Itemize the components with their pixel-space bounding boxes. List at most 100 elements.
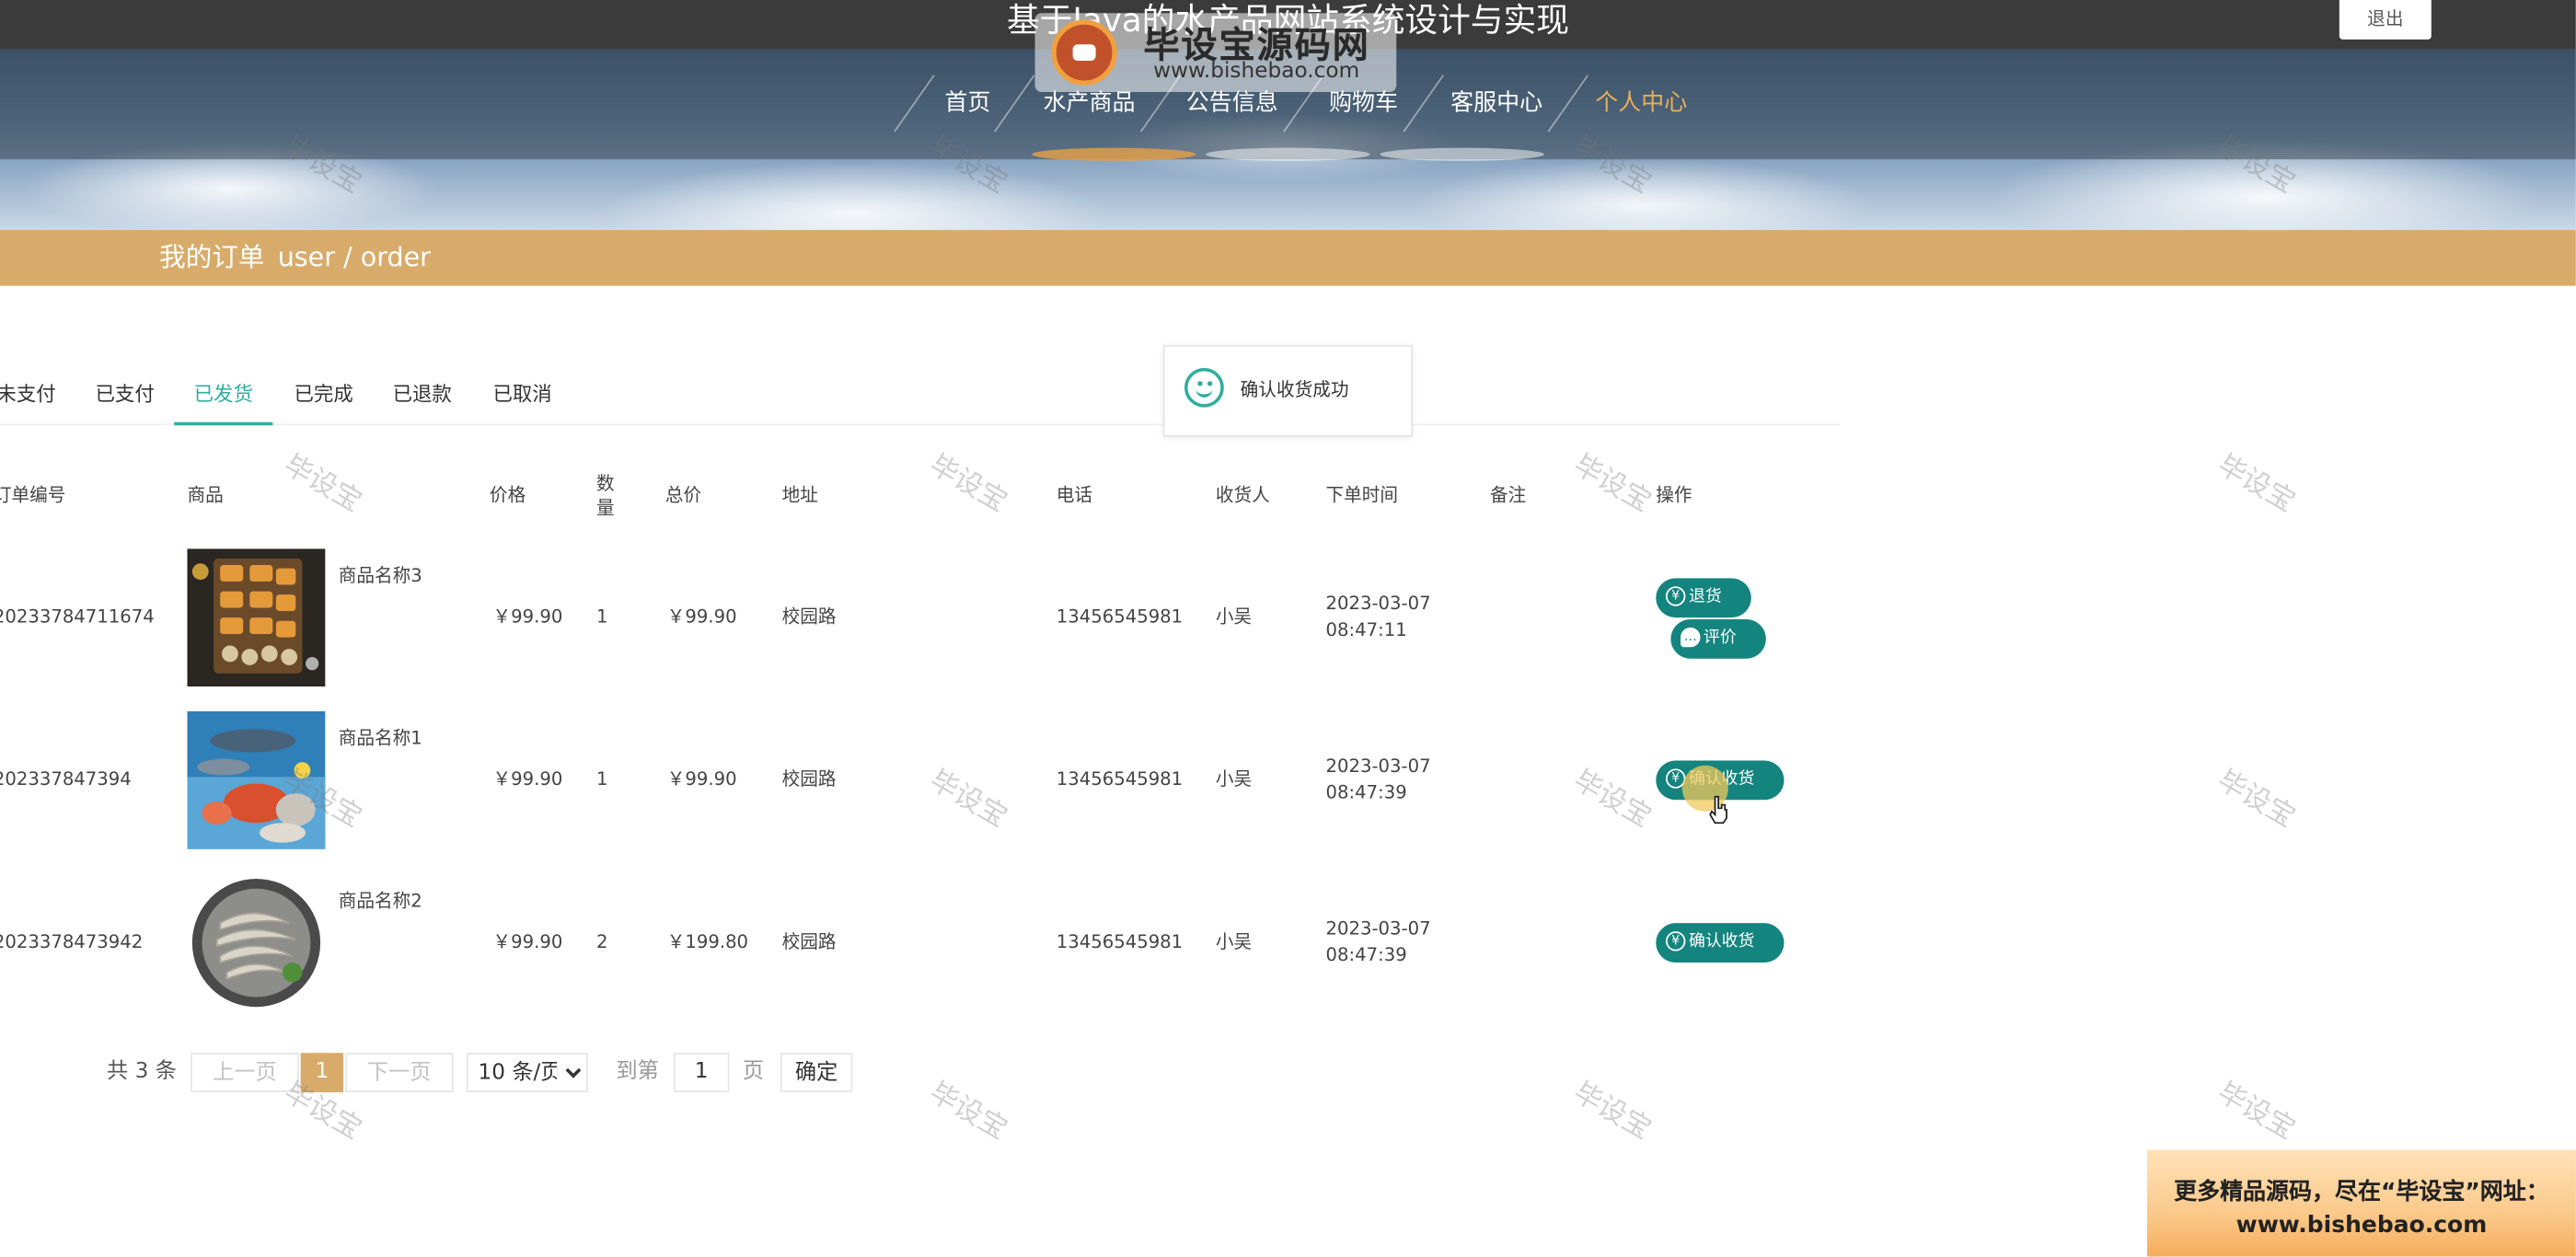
promo-line-1: 更多精品源码，尽在“毕设宝”网址： — [2174, 1179, 2549, 1206]
receiver: 小吴 — [1215, 931, 1253, 953]
col-header-remark: 备注 — [1489, 484, 1527, 506]
address: 校园路 — [781, 768, 837, 790]
nav-item-service[interactable]: 客服中心 — [1450, 79, 1542, 129]
toast-message: 确认收货成功 — [1162, 344, 1414, 437]
order-date: 2023-03-07 — [1325, 593, 1431, 615]
total: ￥99.90 — [666, 768, 737, 790]
yen-icon: ¥ — [1665, 586, 1686, 606]
pagination-total: 共 3 条 — [107, 1059, 177, 1085]
watermark-text: 毕设宝 — [2211, 1076, 2301, 1147]
watermark-text: 毕设宝 — [923, 764, 1013, 835]
tab-cancelled[interactable]: 已取消 — [478, 368, 566, 422]
confirm-receipt-button[interactable]: ¥确认收货 — [1656, 923, 1785, 963]
watermark-logo-icon — [1051, 19, 1117, 86]
chat-icon: … — [1681, 627, 1701, 648]
section-title: 我的订单 user / order — [159, 230, 431, 286]
tab-refunded[interactable]: 已退款 — [378, 368, 467, 422]
order-time: 08:47:39 — [1325, 944, 1407, 966]
order-time: 08:47:11 — [1325, 618, 1407, 641]
watermark-text: 毕设宝 — [1567, 1076, 1657, 1147]
product-name: 商品名称2 — [338, 890, 422, 912]
col-header-order-time: 下单时间 — [1325, 484, 1399, 506]
watermark-text: 毕设宝 — [923, 448, 1013, 520]
review-button[interactable]: … 评价 — [1670, 618, 1766, 659]
section-title-text: 我的订单 — [159, 241, 265, 273]
col-header-qty: 数量 — [595, 473, 615, 520]
watermark-logo-url: www.bishebao.com — [1153, 59, 1360, 85]
receiver: 小吴 — [1215, 605, 1253, 628]
prev-page-button[interactable]: 上一页 — [191, 1053, 299, 1093]
product-image-seafood-platter — [187, 548, 326, 687]
col-header-order-no: 订单编号 — [0, 484, 66, 506]
qty: 1 — [595, 605, 608, 628]
col-header-product: 商品 — [187, 484, 224, 506]
next-page-button[interactable]: 下一页 — [344, 1053, 454, 1093]
nav-item-home[interactable]: 首页 — [944, 79, 990, 129]
watermark-text: 毕设宝 — [1567, 764, 1657, 835]
col-header-total: 总价 — [664, 484, 702, 506]
address: 校园路 — [781, 605, 837, 628]
return-button-label: 退货 — [1688, 588, 1722, 606]
return-button[interactable]: ¥ 退货 — [1656, 578, 1751, 618]
watermark-text: 毕设宝 — [1567, 448, 1657, 520]
toast-text: 确认收货成功 — [1240, 379, 1349, 401]
nav-glow — [1380, 147, 1544, 161]
col-header-phone: 电话 — [1056, 484, 1093, 506]
total: ￥99.90 — [666, 605, 737, 628]
confirm-receipt-label: 确认收货 — [1688, 932, 1755, 951]
order-no: 20233784711674 — [0, 605, 155, 628]
goto-prefix: 到第 — [616, 1059, 659, 1085]
smile-icon — [1184, 367, 1224, 408]
phone: 13456545981 — [1056, 931, 1184, 953]
page: 基于Java的水产品网站系统设计与实现 退出 首页 水产商品 公告信息 购物车 … — [0, 0, 2576, 1257]
hand-cursor-icon — [1709, 795, 1727, 825]
order-date: 2023-03-07 — [1325, 917, 1431, 940]
watermark-text: 毕设宝 — [2211, 448, 2301, 520]
nav-glow — [1206, 147, 1370, 161]
tab-paid[interactable]: 已支付 — [82, 368, 167, 422]
goto-confirm-button[interactable]: 确定 — [780, 1053, 853, 1093]
col-header-ops: 操作 — [1656, 484, 1692, 506]
phone: 13456545981 — [1056, 605, 1184, 628]
col-header-receiver: 收货人 — [1215, 484, 1270, 506]
watermark-text: 毕设宝 — [277, 448, 367, 520]
qty: 1 — [595, 768, 608, 790]
order-no: 202337847394 — [0, 768, 132, 790]
phone: 13456545981 — [1056, 768, 1184, 790]
qty: 2 — [595, 931, 608, 953]
receiver: 小吴 — [1215, 768, 1253, 790]
promo-line-2: www.bishebao.com — [2235, 1212, 2488, 1239]
col-header-price: 价格 — [489, 484, 526, 506]
review-button-label: 评价 — [1704, 628, 1737, 648]
price: ￥99.90 — [492, 605, 563, 628]
section-path: user / order — [277, 241, 431, 273]
page-size-select[interactable]: 10 条/页 — [466, 1053, 589, 1093]
order-status-tabs: 未支付 已支付 已发货 已完成 已退款 已取消 — [0, 368, 1841, 426]
watermark-logo: 毕设宝源码网 www.bishebao.com — [1034, 13, 1397, 92]
watermark-text: 毕设宝 — [2211, 764, 2301, 835]
yen-icon: ¥ — [1665, 931, 1686, 951]
promo-text: 更多精品源码，尽在“毕设宝”网址： www.bishebao.com — [2147, 1176, 2576, 1241]
order-date: 2023-03-07 — [1325, 755, 1431, 778]
goto-page-input[interactable] — [673, 1053, 730, 1093]
product-image-shrimp-plate — [187, 873, 326, 1012]
tab-completed[interactable]: 已完成 — [279, 368, 367, 422]
product-name: 商品名称1 — [338, 727, 422, 749]
total: ￥199.80 — [666, 931, 749, 953]
order-time: 08:47:39 — [1325, 781, 1407, 803]
logout-button[interactable]: 退出 — [2339, 0, 2432, 40]
tab-unpaid[interactable]: 未支付 — [0, 368, 63, 422]
nav-item-profile[interactable]: 个人中心 — [1595, 79, 1687, 129]
price: ￥99.90 — [492, 768, 563, 790]
product-name: 商品名称3 — [338, 565, 422, 587]
tab-shipped[interactable]: 已发货 — [174, 368, 273, 426]
address: 校园路 — [781, 931, 837, 953]
nav-glow — [1031, 147, 1196, 161]
order-no: 2023378473942 — [0, 931, 144, 953]
promo-banner[interactable]: 更多精品源码，尽在“毕设宝”网址： www.bishebao.com — [2146, 1149, 2576, 1257]
price: ￥99.90 — [492, 931, 563, 953]
section-bar: 我的订单 user / order — [0, 229, 2576, 286]
watermark-text: 毕设宝 — [923, 1076, 1013, 1147]
col-header-address: 地址 — [781, 484, 818, 506]
goto-suffix: 页 — [742, 1059, 765, 1085]
